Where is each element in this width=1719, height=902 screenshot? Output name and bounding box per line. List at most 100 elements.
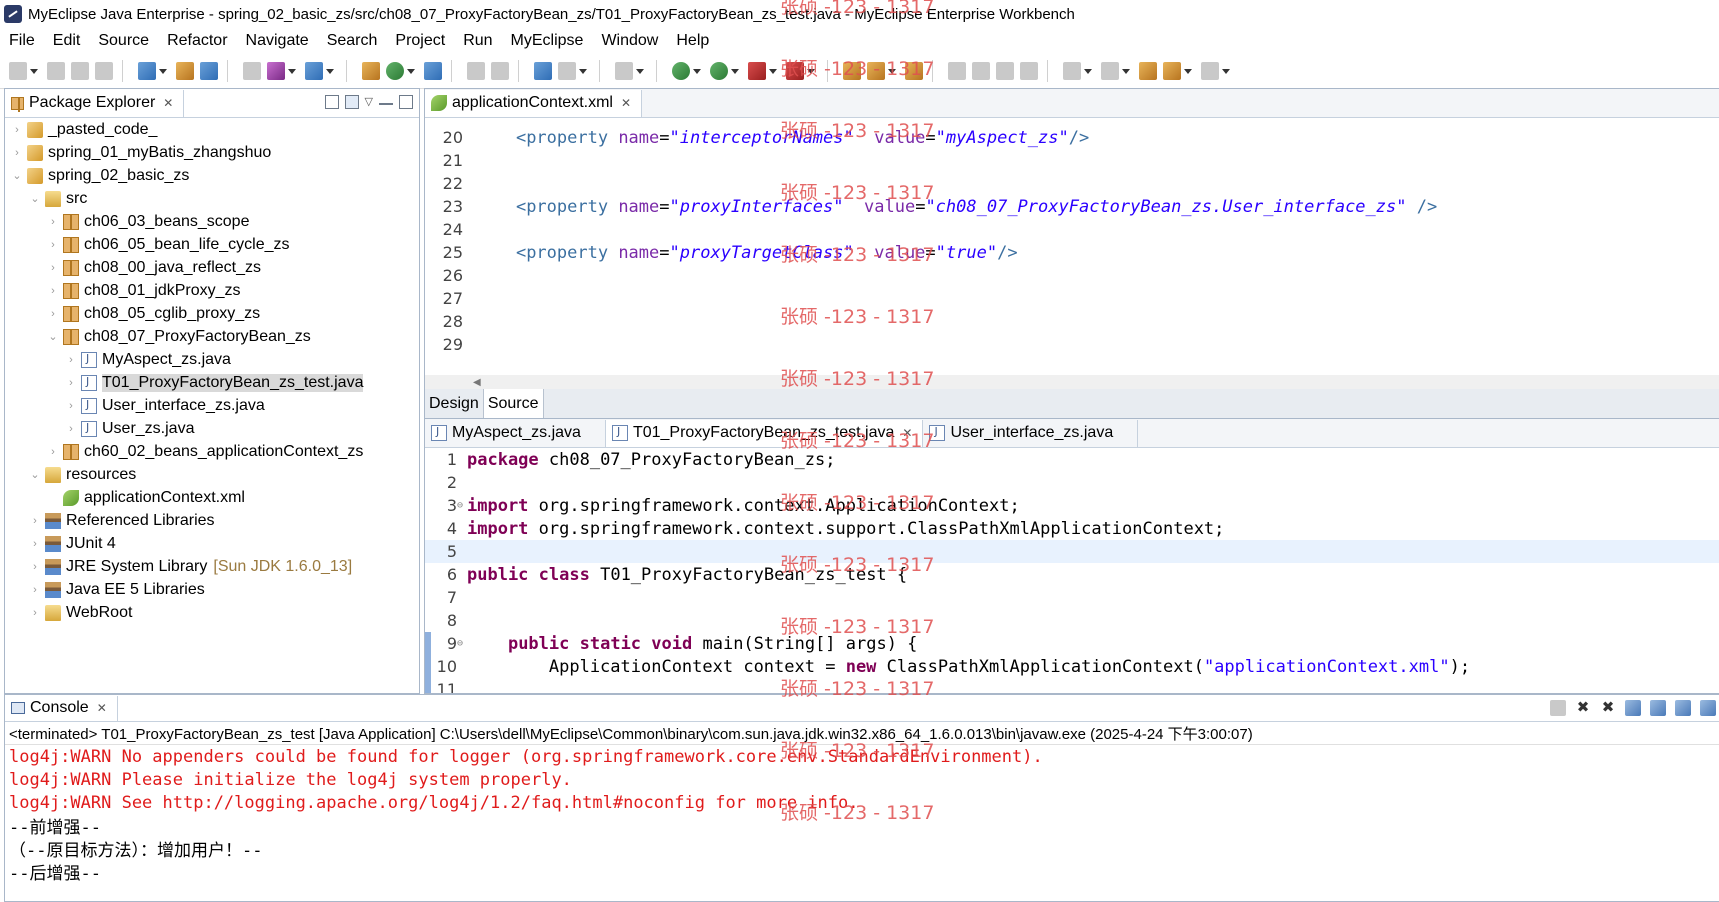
expand-toggle-icon[interactable]: ⌄ bbox=[29, 468, 41, 481]
expand-toggle-icon[interactable]: › bbox=[29, 538, 41, 550]
tab-package-explorer[interactable]: Package Explorer ✕ bbox=[5, 89, 185, 117]
expand-toggle-icon[interactable]: › bbox=[47, 239, 59, 251]
expand-toggle-icon[interactable]: ⌄ bbox=[29, 192, 41, 205]
expand-toggle-icon[interactable]: › bbox=[29, 515, 41, 527]
tree-item[interactable]: ⌄ resources bbox=[5, 463, 419, 486]
run-icon[interactable] bbox=[710, 62, 728, 80]
globe-icon[interactable] bbox=[424, 62, 442, 80]
tree-item[interactable]: › MyAspect_zs.java bbox=[5, 348, 419, 371]
menu-project[interactable]: Project bbox=[386, 32, 454, 50]
deploy-icon[interactable] bbox=[176, 62, 194, 80]
remove-all-terminated-icon[interactable]: ✖ bbox=[1600, 700, 1616, 716]
tree-item[interactable]: › ch06_05_bean_life_cycle_zs bbox=[5, 233, 419, 256]
show-whitespace-icon[interactable] bbox=[1020, 62, 1038, 80]
xml-code-area[interactable]: 20 <property name = "interceptorNames" val… bbox=[425, 118, 1719, 356]
new-icon[interactable] bbox=[9, 62, 27, 80]
menu-refactor[interactable]: Refactor bbox=[158, 32, 236, 50]
expand-toggle-icon[interactable]: › bbox=[65, 354, 77, 366]
marker-icon[interactable] bbox=[905, 62, 923, 80]
tree-item[interactable]: › T01_ProxyFactoryBean_zs_test.java bbox=[5, 371, 419, 394]
expand-toggle-icon[interactable]: › bbox=[11, 147, 23, 159]
tree-item[interactable]: › ch08_01_jdkProxy_zs bbox=[5, 279, 419, 302]
wizard-dropdown-icon[interactable] bbox=[288, 68, 296, 74]
open-type-dropdown-icon[interactable] bbox=[159, 68, 167, 74]
tree-item[interactable]: › ch08_05_cglib_proxy_zs bbox=[5, 302, 419, 325]
menu-help[interactable]: Help bbox=[667, 32, 718, 50]
close-icon[interactable]: ✕ bbox=[97, 701, 107, 715]
collapse-all-icon[interactable] bbox=[324, 95, 339, 109]
expand-toggle-icon[interactable]: › bbox=[47, 262, 59, 274]
tree-item[interactable]: › ch06_03_beans_scope bbox=[5, 210, 419, 233]
expand-toggle-icon[interactable]: › bbox=[47, 216, 59, 228]
debug-icon[interactable] bbox=[672, 62, 690, 80]
tree-item[interactable]: › JRE System Library [Sun JDK 1.6.0_13] bbox=[5, 555, 419, 578]
menu-edit[interactable]: Edit bbox=[44, 32, 90, 50]
forward-icon[interactable] bbox=[1201, 62, 1219, 80]
maximize-icon[interactable] bbox=[399, 95, 413, 109]
profile-dropdown-icon[interactable] bbox=[807, 68, 815, 74]
tree-item[interactable]: ⌄ src bbox=[5, 187, 419, 210]
fold-icon[interactable]: ⊖ bbox=[457, 638, 467, 649]
search-icon[interactable] bbox=[305, 62, 323, 80]
annotation-icon[interactable] bbox=[948, 62, 966, 80]
clear-console-icon[interactable] bbox=[1625, 700, 1641, 716]
tree-item[interactable]: › WebRoot bbox=[5, 601, 419, 624]
back-history-icon[interactable] bbox=[467, 62, 485, 80]
tree-item[interactable]: › JUnit 4 bbox=[5, 532, 419, 555]
block-selection-icon[interactable] bbox=[996, 62, 1014, 80]
expand-toggle-icon[interactable]: ⌄ bbox=[47, 330, 59, 343]
tab-java-file[interactable]: User_interface_zs.java bbox=[923, 419, 1139, 447]
expand-toggle-icon[interactable]: › bbox=[29, 561, 41, 573]
tree-item[interactable]: ⌄ ch08_07_ProxyFactoryBean_zs bbox=[5, 325, 419, 348]
remove-launch-icon[interactable]: ✖ bbox=[1575, 700, 1591, 716]
save-all-icon[interactable] bbox=[71, 62, 89, 80]
server-icon[interactable] bbox=[200, 62, 218, 80]
expand-toggle-icon[interactable]: › bbox=[29, 607, 41, 619]
close-icon[interactable]: ✕ bbox=[163, 96, 173, 110]
view-menu-icon[interactable]: ▽ bbox=[365, 95, 373, 109]
expand-toggle-icon[interactable]: › bbox=[65, 377, 77, 389]
minimize-icon[interactable] bbox=[379, 95, 393, 105]
menu-navigate[interactable]: Navigate bbox=[237, 32, 318, 50]
tab-java-file[interactable]: MyAspect_zs.java bbox=[425, 419, 606, 447]
last-edit-icon[interactable] bbox=[1139, 62, 1157, 80]
back-icon[interactable] bbox=[1163, 62, 1181, 80]
tree-item[interactable]: › User_interface_zs.java bbox=[5, 394, 419, 417]
save-icon[interactable] bbox=[47, 62, 65, 80]
menu-search[interactable]: Search bbox=[318, 32, 387, 50]
wizard-icon[interactable] bbox=[267, 62, 285, 80]
new-dropdown-icon[interactable] bbox=[30, 68, 38, 74]
tree-item[interactable]: › _pasted_code_ bbox=[5, 118, 419, 141]
highlight-icon[interactable] bbox=[972, 62, 990, 80]
external-tools-icon[interactable] bbox=[748, 62, 766, 80]
expand-toggle-icon[interactable]: › bbox=[47, 285, 59, 297]
expand-toggle-icon[interactable]: › bbox=[29, 584, 41, 596]
tab-source[interactable]: Source bbox=[483, 389, 544, 419]
new-class-dropdown-icon[interactable] bbox=[407, 68, 415, 74]
new-class-icon[interactable] bbox=[386, 62, 404, 80]
task-icon[interactable] bbox=[243, 62, 261, 80]
scroll-lock-icon[interactable] bbox=[1650, 700, 1666, 716]
expand-toggle-icon[interactable]: › bbox=[11, 124, 23, 136]
close-icon[interactable]: ✕ bbox=[902, 426, 912, 440]
next-annotation-icon[interactable] bbox=[1063, 62, 1081, 80]
close-icon[interactable]: ✕ bbox=[621, 96, 631, 110]
profile-icon[interactable] bbox=[786, 62, 804, 80]
terminate-icon[interactable] bbox=[1550, 700, 1566, 716]
menu-window[interactable]: Window bbox=[592, 32, 667, 50]
tree-item[interactable]: › spring_01_myBatis_zhangshuo bbox=[5, 141, 419, 164]
next-annotation-dropdown-icon[interactable] bbox=[1084, 68, 1092, 74]
fold-icon[interactable]: ⊖ bbox=[457, 500, 467, 511]
tab-console[interactable]: Console ✕ bbox=[5, 695, 118, 721]
menu-source[interactable]: Source bbox=[89, 32, 158, 50]
print-icon[interactable] bbox=[95, 62, 113, 80]
expand-toggle-icon[interactable]: ⌄ bbox=[11, 169, 23, 182]
expand-toggle-icon[interactable]: › bbox=[47, 308, 59, 320]
inspect-dropdown-icon[interactable] bbox=[579, 68, 587, 74]
scroll-left-icon[interactable]: ◀ bbox=[473, 377, 481, 388]
expand-toggle-icon[interactable]: › bbox=[47, 446, 59, 458]
camera-icon[interactable] bbox=[615, 62, 633, 80]
tab-java-file[interactable]: T01_ProxyFactoryBean_zs_test.java ✕ bbox=[605, 419, 924, 447]
expand-toggle-icon[interactable]: › bbox=[65, 423, 77, 435]
open-type-icon[interactable] bbox=[138, 62, 156, 80]
